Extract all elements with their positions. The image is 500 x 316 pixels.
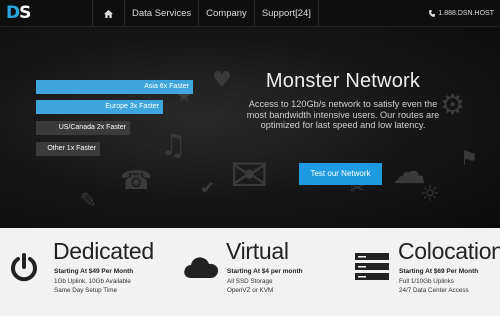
phone-number[interactable]: 1.888.DSN.HOST	[429, 0, 494, 27]
services-section: Dedicated Starting At $49 Per Month 1Gb …	[0, 228, 500, 316]
service-feature: 1Gb Uplink. 10Gb Available	[54, 278, 131, 285]
envelope-icon: ✉	[230, 148, 269, 202]
server-icon	[355, 253, 389, 280]
main-nav: Data Services Company Support[24]	[92, 0, 319, 27]
nav-support[interactable]: Support[24]	[253, 0, 319, 27]
home-icon	[104, 9, 113, 18]
hero-description: Access to 120Gb/s network to satisfy eve…	[246, 99, 440, 130]
service-price: Starting At $4 per month	[227, 268, 303, 275]
service-feature: Full 1/10Gb Uplinks	[399, 278, 454, 285]
top-navbar: DS Data Services Company Support[24] 1.8…	[0, 0, 500, 27]
music-note-icon: ♫	[160, 128, 187, 163]
pencil-icon: ✎	[80, 188, 97, 212]
sun-icon: ☼	[420, 182, 440, 207]
logo[interactable]: DS	[6, 3, 40, 23]
service-dedicated[interactable]: Dedicated Starting At $49 Per Month 1Gb …	[0, 228, 170, 316]
service-colocation[interactable]: Colocation Starting At $69 Per Month Ful…	[340, 228, 500, 316]
service-title: Virtual	[226, 238, 289, 264]
phone-icon: ☎	[120, 166, 153, 196]
nav-home[interactable]	[92, 0, 124, 27]
hero-section: ✉ ♫ ♥ ★ ☎ ☁ ⚙ ☼ ⚑ ✎ ✂ ✔ Asia 6x Faster E…	[0, 28, 500, 228]
service-feature: 24/7 Data Center Access	[399, 287, 469, 294]
service-feature: All SSD Storage	[227, 278, 273, 285]
test-network-button[interactable]: Test our Network	[299, 163, 382, 185]
service-virtual[interactable]: Virtual Starting At $4 per month All SSD…	[170, 228, 340, 316]
flag-icon: ⚑	[460, 146, 478, 170]
speed-bar-europe: Europe 3x Faster	[36, 100, 163, 114]
hero-title: Monster Network	[265, 70, 421, 92]
phone-icon	[429, 10, 436, 17]
phone-number-text: 1.888.DSN.HOST	[438, 10, 494, 17]
service-feature: Same Day Setup Time	[54, 287, 117, 294]
speed-bar-us-canada: US/Canada 2x Faster	[36, 121, 130, 135]
service-price: Starting At $49 Per Month	[54, 268, 134, 275]
service-price: Starting At $69 Per Month	[399, 268, 479, 275]
power-icon	[11, 253, 37, 282]
service-title: Colocation	[398, 238, 500, 264]
logo-text: DS	[6, 3, 31, 23]
speed-bar-other: Other 1x Faster	[36, 142, 100, 156]
cloud-icon	[184, 257, 219, 278]
heart-icon: ♥	[212, 68, 232, 93]
check-icon: ✔	[200, 178, 216, 199]
nav-data-services[interactable]: Data Services	[124, 0, 198, 27]
service-title: Dedicated	[53, 238, 154, 264]
service-feature: OpenVZ or KVM	[227, 287, 274, 294]
speed-bar-asia: Asia 6x Faster	[36, 80, 193, 94]
nav-company[interactable]: Company	[198, 0, 254, 27]
